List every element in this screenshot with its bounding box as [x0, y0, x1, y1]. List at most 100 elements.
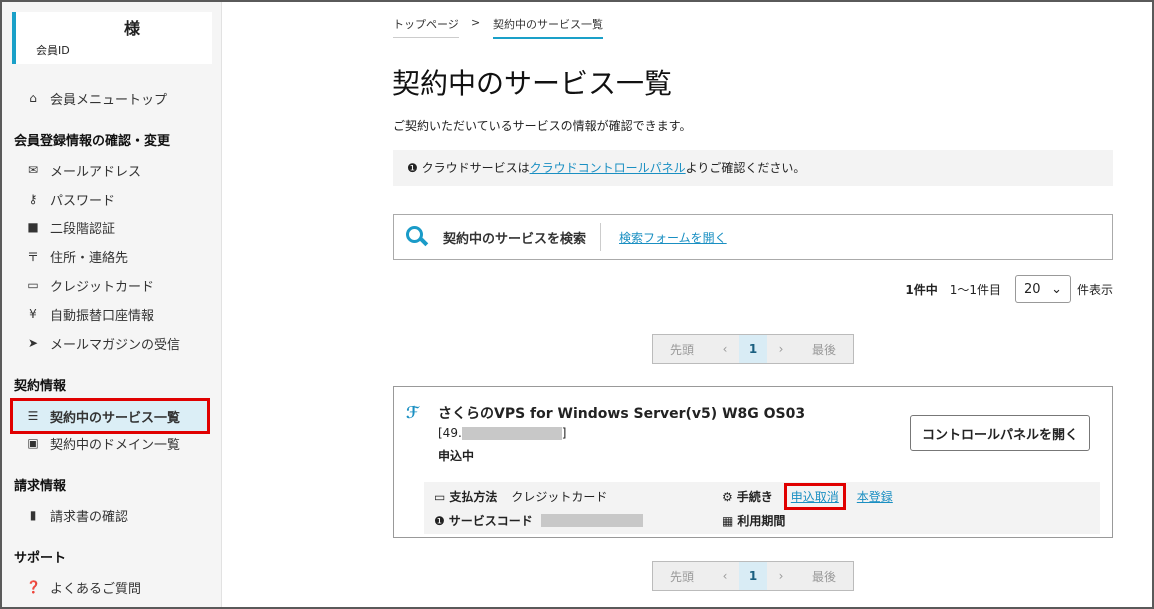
- info-icon: ❶: [434, 513, 445, 528]
- pager-prev[interactable]: ‹: [711, 335, 739, 363]
- open-control-panel-button[interactable]: コントロールパネルを開く: [910, 415, 1090, 451]
- period-label: 利用期間: [737, 514, 786, 528]
- user-honorific: 様: [124, 19, 141, 38]
- sidebar-section-account: 会員登録情報の確認・変更: [14, 134, 171, 149]
- service-name: さくらのVPS for Windows Server(v5) W8G OS03: [438, 406, 806, 422]
- divider: [600, 223, 602, 251]
- credit-card-icon: ▭: [27, 278, 39, 292]
- sidebar-item-member-top[interactable]: ⌂ 会員メニュートップ: [12, 85, 214, 111]
- sidebar-item-address[interactable]: 〒 住所・連絡先: [12, 243, 214, 269]
- calendar-icon: ▦: [722, 513, 734, 528]
- credit-card-icon: ▭: [434, 489, 446, 504]
- key-icon: ⚷: [28, 192, 38, 206]
- search-label: 契約中のサービスを検索: [443, 231, 587, 247]
- sidebar-item-label: クレジットカード: [50, 279, 155, 295]
- gear-icon: ⚙: [722, 489, 733, 504]
- breadcrumb-home[interactable]: トップページ: [393, 16, 459, 38]
- usage-period: ▦ 利用期間: [722, 512, 799, 529]
- sidebar-item-label: パスワード: [50, 193, 116, 209]
- info-suffix: よりご確認ください。: [685, 161, 806, 175]
- sidebar-item-label: 住所・連絡先: [50, 250, 129, 266]
- user-info: 様 会員ID: [12, 12, 212, 64]
- question-icon: ❓: [26, 580, 41, 594]
- page-frame: 様 会員ID ⌂ 会員メニュートップ 会員登録情報の確認・変更 ✉ メールアドレ…: [0, 0, 1154, 609]
- member-id-redacted: [82, 41, 192, 55]
- total-count: 1件中: [905, 282, 938, 297]
- sidebar-item-label: 会員メニュートップ: [50, 92, 168, 108]
- info-prefix: クラウドサービスは: [421, 161, 530, 175]
- service-code: ❶ サービスコード: [434, 512, 643, 529]
- yen-icon: ¥: [29, 307, 37, 321]
- service-card: ℱ さくらのVPS for Windows Server(v5) W8G OS0…: [393, 386, 1113, 538]
- pager-last[interactable]: 最後: [795, 335, 853, 363]
- pager-first[interactable]: 先頭: [653, 335, 711, 363]
- lock-icon: ■: [27, 220, 39, 234]
- per-page-select[interactable]: 20 ⌄: [1014, 275, 1071, 303]
- sidebar-item-label: よくあるご質問: [50, 581, 142, 597]
- pagination-top: 先頭 ‹ 1 › 最後: [652, 334, 854, 364]
- breadcrumb-current: 契約中のサービス一覧: [493, 16, 603, 39]
- per-page-value: 20: [1023, 281, 1041, 297]
- sidebar-item-label: 契約中のサービス一覧: [50, 410, 181, 426]
- search-bar: 契約中のサービスを検索 検索フォームを開く: [393, 214, 1113, 260]
- sidebar-item-email[interactable]: ✉ メールアドレス: [12, 157, 214, 183]
- sidebar-item-label: 契約中のドメイン一覧: [50, 437, 181, 453]
- service-ip: [49.]: [438, 426, 566, 440]
- document-icon: ▮: [29, 508, 37, 522]
- sidebar-item-2fa[interactable]: ■ 二段階認証: [12, 214, 214, 240]
- pager-prev[interactable]: ‹: [711, 562, 739, 590]
- range-count: 1〜1件目: [949, 282, 1001, 297]
- paper-plane-icon: ➤: [27, 336, 39, 350]
- ip-prefix: [49.: [438, 426, 462, 440]
- cancel-application-link[interactable]: 申込取消: [783, 483, 846, 510]
- procedure: ⚙ 手続き 申込取消 本登録: [722, 483, 893, 510]
- search-icon: [406, 226, 429, 248]
- status-badge: 申込中: [438, 449, 475, 463]
- pager-last[interactable]: 最後: [795, 562, 853, 590]
- sidebar-item-services[interactable]: ☰ 契約中のサービス一覧: [10, 398, 210, 434]
- postal-mark-icon: 〒: [26, 249, 39, 264]
- pager-first[interactable]: 先頭: [653, 562, 711, 590]
- per-page-suffix: 件表示: [1076, 282, 1113, 297]
- pagination-bottom: 先頭 ‹ 1 › 最後: [652, 561, 854, 591]
- service-details: ▭ 支払方法 クレジットカード ❶ サービスコード ⚙ 手続き 申込取消 本登録…: [424, 482, 1100, 534]
- sidebar-item-password[interactable]: ⚷ パスワード: [12, 186, 214, 212]
- pager-page[interactable]: 1: [739, 335, 767, 363]
- window-icon: ▣: [27, 436, 39, 450]
- main-content: トップページ > 契約中のサービス一覧 契約中のサービス一覧 ご契約いただいてい…: [223, 2, 1152, 607]
- service-code-redacted: [540, 514, 643, 527]
- pager-page[interactable]: 1: [739, 562, 767, 590]
- breadcrumb-separator: >: [471, 16, 481, 29]
- sidebar-item-credit-card[interactable]: ▭ クレジットカード: [12, 272, 214, 298]
- sidebar-item-domains[interactable]: ▣ 契約中のドメイン一覧: [12, 430, 214, 456]
- envelope-icon: ✉: [27, 163, 39, 177]
- user-name-redacted: [32, 16, 120, 36]
- payment-value: クレジットカード: [511, 490, 608, 504]
- sidebar-section-support: サポート: [14, 551, 67, 566]
- home-icon: ⌂: [29, 91, 37, 105]
- sidebar-item-bank-transfer[interactable]: ¥ 自動振替口座情報: [12, 301, 214, 327]
- payment-label: 支払方法: [449, 490, 498, 504]
- sidebar-item-invoice[interactable]: ▮ 請求書の確認: [12, 502, 214, 528]
- sidebar-item-label: 請求書の確認: [50, 509, 129, 525]
- info-notice: ❶ クラウドサービスはクラウドコントロールパネルよりご確認ください。: [393, 150, 1113, 186]
- pager-next[interactable]: ›: [767, 335, 795, 363]
- procedure-label: 手続き: [736, 490, 773, 504]
- server-icon: ☰: [27, 409, 39, 423]
- ip-suffix: ]: [561, 426, 567, 440]
- sidebar-item-label: 自動振替口座情報: [50, 308, 155, 324]
- pager-next[interactable]: ›: [767, 562, 795, 590]
- sidebar-item-newsletter[interactable]: ➤ メールマガジンの受信: [12, 330, 214, 356]
- vps-icon: ℱ: [406, 403, 419, 422]
- sidebar-item-label: メールマガジンの受信: [50, 337, 181, 353]
- ip-redacted: [461, 427, 562, 440]
- sidebar: 様 会員ID ⌂ 会員メニュートップ 会員登録情報の確認・変更 ✉ メールアドレ…: [2, 2, 222, 607]
- register-link[interactable]: 本登録: [857, 488, 893, 505]
- service-code-label: サービスコード: [448, 514, 533, 528]
- open-search-form-link[interactable]: 検索フォームを開く: [619, 229, 727, 246]
- page-title: 契約中のサービス一覧: [392, 67, 673, 100]
- member-id-label: 会員ID: [36, 44, 70, 57]
- info-icon: ❶: [407, 161, 418, 175]
- sidebar-item-faq[interactable]: ❓ よくあるご質問: [12, 574, 214, 600]
- cloud-control-panel-link[interactable]: クラウドコントロールパネル: [530, 161, 686, 175]
